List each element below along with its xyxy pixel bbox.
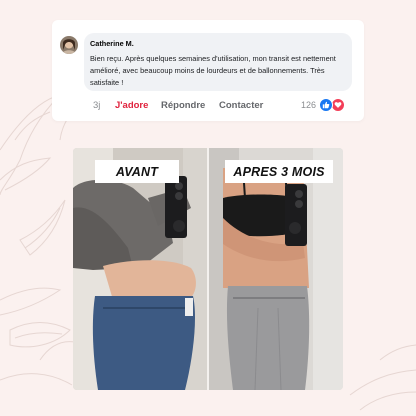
avatar[interactable]	[60, 36, 78, 54]
comment-text: Bien reçu. Après quelques semaines d'uti…	[90, 54, 336, 87]
comment-author[interactable]: Catherine M.	[90, 39, 134, 48]
after-label: APRES 3 MOIS	[225, 160, 333, 183]
comment-card: Catherine M. Bien reçu. Après quelques s…	[52, 20, 364, 121]
comment-actions: 3j J'adore Répondre Contacter 126	[52, 99, 364, 113]
comment-timestamp[interactable]: 3j	[93, 100, 100, 111]
like-icon[interactable]	[319, 98, 333, 112]
heart-icon[interactable]	[331, 98, 345, 112]
love-reaction-button[interactable]: J'adore	[115, 100, 148, 111]
reply-button[interactable]: Répondre	[161, 100, 205, 111]
comment-bubble: Catherine M. Bien reçu. Après quelques s…	[84, 33, 352, 91]
reaction-count[interactable]: 126	[301, 100, 316, 110]
before-after-image	[73, 148, 343, 390]
before-after-photo: AVANT APRES 3 MOIS	[73, 148, 343, 390]
contact-button[interactable]: Contacter	[219, 100, 263, 111]
before-label: AVANT	[95, 160, 179, 183]
